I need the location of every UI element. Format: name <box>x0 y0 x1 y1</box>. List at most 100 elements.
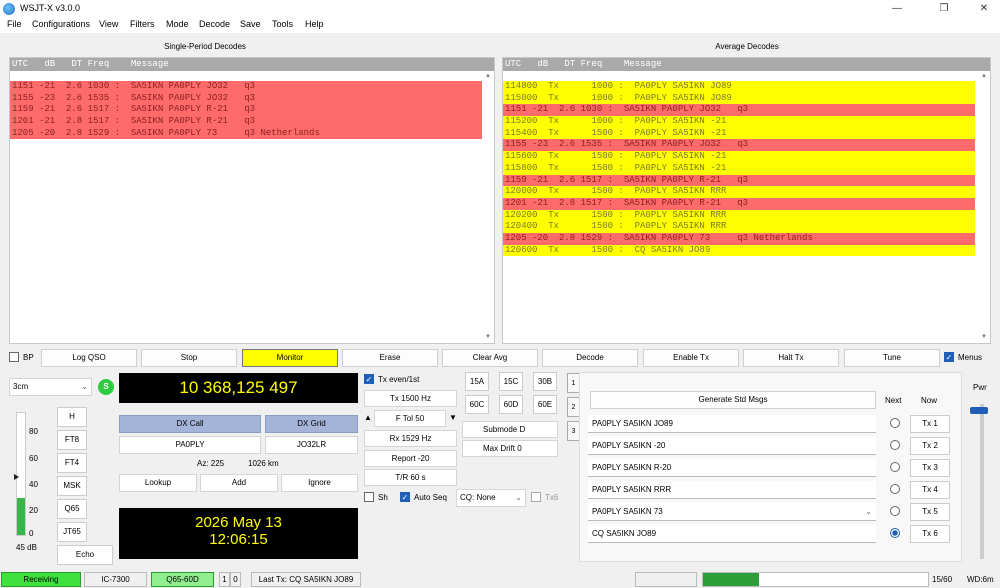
cq-select[interactable]: CQ: None ⌄ <box>456 489 526 507</box>
menu-mode[interactable]: Mode <box>164 19 191 29</box>
tx3-button[interactable]: Tx 3 <box>910 459 950 477</box>
tr-period-spinner[interactable]: T/R 60 s <box>364 469 457 486</box>
rx-freq-spinner[interactable]: Rx 1529 Hz <box>364 430 457 447</box>
tx-even-checkbox[interactable]: ✓ <box>364 374 374 384</box>
next-radio-1[interactable] <box>890 418 900 428</box>
menu-tools[interactable]: Tools <box>270 19 295 29</box>
lookup-button[interactable]: Lookup <box>119 474 197 492</box>
dx-call-input[interactable]: PA0PLY <box>119 436 261 454</box>
stop-button[interactable]: Stop <box>141 349 237 367</box>
ft4-button[interactable]: FT4 <box>57 453 87 473</box>
menus-checkbox[interactable]: ✓ <box>944 352 954 362</box>
tx-freq-spinner[interactable]: Tx 1500 Hz <box>364 390 457 407</box>
q65-button[interactable]: Q65 <box>57 499 87 519</box>
decode-line[interactable]: 1205 -20 2.8 1529 : SA5IKN PA0PLY 73 q3 … <box>503 232 975 245</box>
decode-button[interactable]: Decode <box>542 349 638 367</box>
scroll-up-icon[interactable]: ▲ <box>981 73 987 79</box>
tx4-message-field[interactable]: PA0PLY SA5IKN RRR <box>588 481 876 499</box>
pwr-slider-thumb[interactable] <box>970 407 988 414</box>
generate-std-msgs-button[interactable]: Generate Std Msgs <box>590 391 876 409</box>
next-radio-2[interactable] <box>890 440 900 450</box>
decode-line[interactable]: 114800 Tx 1000 : PA0PLY SA5IKN JO89 <box>503 81 975 93</box>
average-decodes-pane[interactable]: UTC dB DT Freq Message 114800 Tx 1000 : … <box>502 57 991 344</box>
ftol-down-icon[interactable]: ▼ <box>449 413 457 422</box>
decode-line[interactable]: 1151 -21 2.6 1030 : SA5IKN PA0PLY JO32 q… <box>503 104 975 117</box>
decode-line[interactable]: 120000 Tx 1500 : PA0PLY SA5IKN RRR <box>503 186 975 198</box>
scroll-up-icon[interactable]: ▲ <box>485 73 491 79</box>
decode-line[interactable]: 1159 -21 2.6 1517 : SA5IKN PA0PLY R-21 q… <box>503 174 975 187</box>
halt-tx-button[interactable]: Halt Tx <box>743 349 839 367</box>
h-button[interactable]: H <box>57 407 87 427</box>
menu-decode[interactable]: Decode <box>197 19 232 29</box>
auto-seq-checkbox[interactable]: ✓ <box>400 492 410 502</box>
sh-checkbox[interactable] <box>364 492 374 502</box>
decode-line[interactable]: 1201 -21 2.8 1517 : SA5IKN PA0PLY R-21 q… <box>503 197 975 210</box>
menu-view[interactable]: View <box>97 19 120 29</box>
scroll-down-icon[interactable]: ▼ <box>981 334 987 340</box>
monitor-button[interactable]: Monitor <box>242 349 338 367</box>
next-radio-3[interactable] <box>890 462 900 472</box>
ignore-button[interactable]: Ignore <box>281 474 358 492</box>
max-drift-spinner[interactable]: Max Drift 0 <box>462 440 558 457</box>
decode-line[interactable]: 1151 -21 2.6 1030 : SA5IKN PA0PLY JO32 q… <box>10 81 482 93</box>
report-spinner[interactable]: Report -20 <box>364 450 457 467</box>
add-button[interactable]: Add <box>200 474 278 492</box>
log-qso-button[interactable]: Log QSO <box>41 349 137 367</box>
close-icon[interactable]: ✕ <box>977 2 991 16</box>
decode-line[interactable]: 115400 Tx 1500 : PA0PLY SA5IKN -21 <box>503 127 975 140</box>
decode-line[interactable]: 120200 Tx 1500 : PA0PLY SA5IKN RRR <box>503 209 975 222</box>
bp-checkbox[interactable] <box>9 352 19 362</box>
decode-line[interactable]: 115800 Tx 1500 : PA0PLY SA5IKN -21 <box>503 162 975 175</box>
submode-15a-button[interactable]: 15A <box>465 372 489 391</box>
tx5-message-field[interactable]: PA0PLY SA5IKN 73 ⌄ <box>588 503 876 521</box>
tx6-message-field[interactable]: CQ SA5IKN JO89 <box>588 525 876 543</box>
band-select[interactable]: 3cm ⌄ <box>9 378 92 396</box>
decode-line[interactable]: 1159 -21 2.6 1517 : SA5IKN PA0PLY R-21 q… <box>10 104 482 117</box>
tx1-message-field[interactable]: PA0PLY SA5IKN JO89 <box>588 415 876 433</box>
tx1-button[interactable]: Tx 1 <box>910 415 950 433</box>
menu-help[interactable]: Help <box>303 19 326 29</box>
ft8-button[interactable]: FT8 <box>57 430 87 450</box>
submode-spinner[interactable]: Submode D <box>462 421 558 438</box>
scroll-down-icon[interactable]: ▼ <box>485 334 491 340</box>
submode-60e-button[interactable]: 60E <box>533 395 557 414</box>
dx-call-button[interactable]: DX Call <box>119 415 261 433</box>
decode-line[interactable]: 115000 Tx 1000 : PA0PLY SA5IKN JO89 <box>503 92 975 105</box>
decode-line[interactable]: 115600 Tx 1500 : PA0PLY SA5IKN -21 <box>503 151 975 163</box>
next-radio-4[interactable] <box>890 484 900 494</box>
tx6-checkbox[interactable] <box>531 492 541 502</box>
next-radio-5[interactable] <box>890 506 900 516</box>
dx-grid-button[interactable]: DX Grid <box>265 415 358 433</box>
next-radio-6[interactable] <box>890 528 900 538</box>
erase-button[interactable]: Erase <box>342 349 438 367</box>
ftol-spinner[interactable]: F Tol 50 <box>374 410 446 427</box>
echo-button[interactable]: Echo <box>57 545 113 565</box>
decode-line[interactable]: 1201 -21 2.8 1517 : SA5IKN PA0PLY R-21 q… <box>10 116 482 128</box>
tx4-button[interactable]: Tx 4 <box>910 481 950 499</box>
tx3-message-field[interactable]: PA0PLY SA5IKN R-20 <box>588 459 876 477</box>
menu-configurations[interactable]: Configurations <box>30 19 92 29</box>
jt65-button[interactable]: JT65 <box>57 522 87 542</box>
tx2-message-field[interactable]: PA0PLY SA5IKN -20 <box>588 437 876 455</box>
tx2-button[interactable]: Tx 2 <box>910 437 950 455</box>
submode-15c-button[interactable]: 15C <box>499 372 523 391</box>
msk-button[interactable]: MSK <box>57 476 87 496</box>
decode-line[interactable]: 120600 Tx 1500 : CQ SA5IKN JO89 <box>503 244 975 257</box>
tune-button[interactable]: Tune <box>844 349 940 367</box>
single-period-pane[interactable]: UTC dB DT Freq Message 1151 -21 2.6 1030… <box>9 57 495 344</box>
submode-60d-button[interactable]: 60D <box>499 395 523 414</box>
dx-grid-input[interactable]: JO32LR <box>265 436 358 454</box>
enable-tx-button[interactable]: Enable Tx <box>643 349 739 367</box>
submode-60c-button[interactable]: 60C <box>465 395 489 414</box>
ftol-up-icon[interactable]: ▲ <box>364 413 372 422</box>
minimize-icon[interactable]: — <box>890 2 904 16</box>
pwr-slider-track[interactable] <box>980 404 984 559</box>
menu-file[interactable]: File <box>5 19 24 29</box>
maximize-icon[interactable]: ❐ <box>937 2 951 16</box>
decode-line[interactable]: 1155 -23 2.6 1535 : SA5IKN PA0PLY JO32 q… <box>10 92 482 105</box>
decode-line[interactable]: 1205 -20 2.8 1529 : SA5IKN PA0PLY 73 q3 … <box>10 127 482 140</box>
tx6-button[interactable]: Tx 6 <box>910 525 950 543</box>
menu-save[interactable]: Save <box>238 19 263 29</box>
submode-30b-button[interactable]: 30B <box>533 372 557 391</box>
tx5-button[interactable]: Tx 5 <box>910 503 950 521</box>
